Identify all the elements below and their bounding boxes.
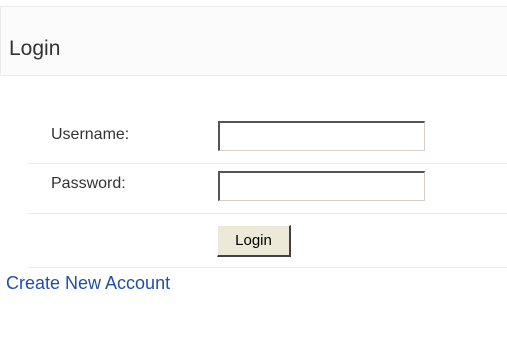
login-button[interactable]: Login [217,225,291,257]
password-row: Password: [28,164,507,214]
username-row: Username: [28,116,507,164]
panel-title: Login [9,37,61,60]
submit-row: Login [28,214,507,268]
password-label: Password: [51,175,126,192]
username-label: Username: [51,126,130,143]
username-input[interactable] [218,121,425,151]
create-account-link[interactable]: Create New Account [6,272,170,294]
login-panel: Login Username: Password: Login Create N… [0,0,507,342]
password-input[interactable] [218,171,425,201]
panel-header: Login [0,6,507,76]
